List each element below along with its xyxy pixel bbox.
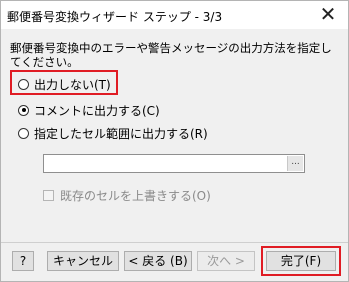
- radio-comment-output[interactable]: コメントに出力する(C): [18, 101, 160, 119]
- highlight-no-output: [10, 70, 118, 95]
- next-button[interactable]: 次へ >: [197, 251, 255, 271]
- dialog-body: 郵便番号変換中のエラーや警告メッセージの出力方法を指定してください。 出力しない…: [1, 29, 348, 281]
- close-icon[interactable]: ✕: [316, 2, 340, 26]
- footer-divider: [1, 242, 348, 243]
- overwrite-checkbox: 既存のセルを上書きする(O): [43, 187, 211, 203]
- dialog-title: 郵便番号変換ウィザード ステップ - 3/3: [7, 10, 223, 24]
- radio-selected-icon: [18, 104, 29, 116]
- title-bar: 郵便番号変換ウィザード ステップ - 3/3 ✕: [1, 1, 348, 29]
- help-button[interactable]: ?: [12, 251, 34, 271]
- overwrite-checkbox-label: 既存のセルを上書きする(O): [60, 188, 211, 203]
- instruction-text: 郵便番号変換中のエラーや警告メッセージの出力方法を指定してください。: [10, 41, 332, 69]
- radio-range-output-label: 指定したセル範囲に出力する(R): [34, 126, 208, 141]
- highlight-finish: [261, 246, 341, 276]
- radio-circle-icon: [18, 127, 29, 139]
- checkbox-icon: [43, 189, 54, 201]
- range-input[interactable]: ...: [43, 154, 305, 173]
- cancel-button[interactable]: キャンセル: [47, 251, 119, 271]
- back-button[interactable]: < 戻る (B): [124, 251, 192, 271]
- range-picker-button[interactable]: ...: [287, 156, 303, 171]
- radio-comment-output-label: コメントに出力する(C): [34, 103, 160, 118]
- wizard-dialog: 郵便番号変換ウィザード ステップ - 3/3 ✕ 郵便番号変換中のエラーや警告メ…: [0, 0, 349, 282]
- radio-range-output[interactable]: 指定したセル範囲に出力する(R): [18, 124, 208, 142]
